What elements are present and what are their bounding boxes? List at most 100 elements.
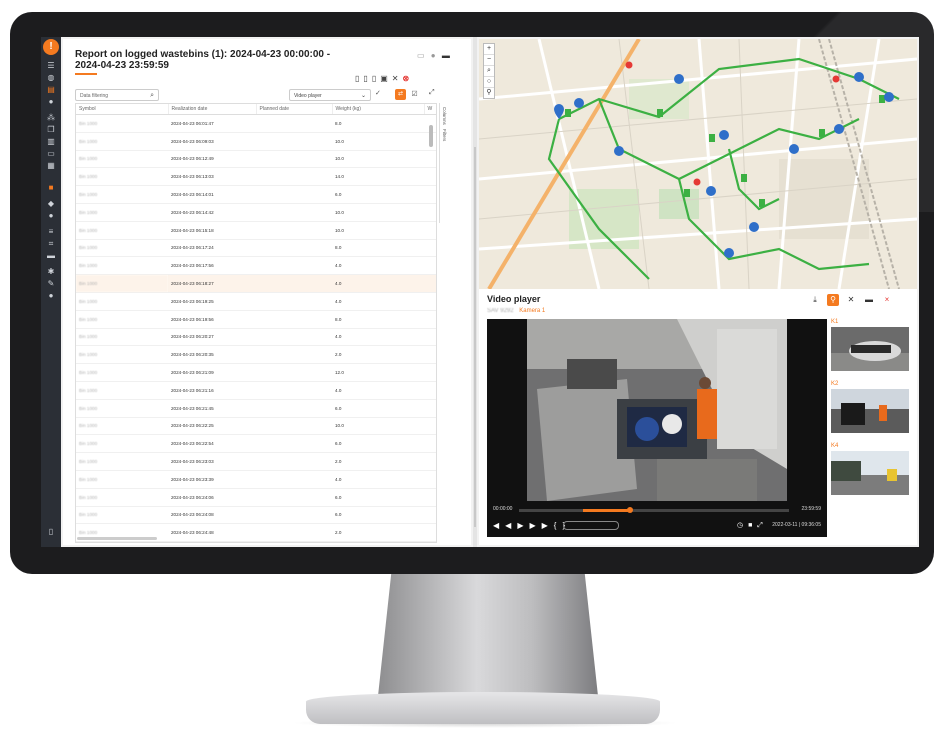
pin-icon[interactable]: ⚲ <box>484 88 494 98</box>
table-row[interactable]: Bin 1000 2024-04-23 06:09:03 10.0 <box>76 132 436 151</box>
badge-icon[interactable]: ▭ <box>417 51 425 60</box>
cell-symbol: Bin 1000 <box>76 470 168 489</box>
cell-realization-date: 2024-04-23 06:21:16 <box>168 381 256 400</box>
table-row[interactable]: Bin 1000 2024-04-23 06:17:24 8.0 <box>76 239 436 258</box>
table-row[interactable]: Bin 1000 2024-04-23 06:22:54 6.0 <box>76 434 436 454</box>
fullscreen-icon[interactable]: ✕ <box>392 74 403 83</box>
tab-filters[interactable]: Filters <box>442 129 447 141</box>
camera-thumb-k1[interactable]: K1 <box>831 319 909 371</box>
table-row[interactable]: Bin 1000 2024-04-23 06:23:03 2.0 <box>76 452 436 471</box>
table-row[interactable]: Bin 1000 2024-04-23 06:24:08 6.0 <box>76 506 436 525</box>
app-logo-icon[interactable]: ! <box>43 39 59 55</box>
help-icon[interactable]: ● <box>431 51 436 60</box>
table-row[interactable]: Bin 1000 2024-04-23 06:21:16 4.0 <box>76 381 436 400</box>
chat-icon[interactable]: ● <box>46 211 56 221</box>
document-icon[interactable]: ▯ <box>46 527 56 537</box>
camera-icon[interactable]: ■ <box>46 183 56 193</box>
location-pin-icon[interactable]: ⚲ <box>827 294 839 306</box>
trash-icon[interactable]: ▥ <box>46 137 56 147</box>
column-header-realization-date[interactable]: Realization date <box>168 104 257 115</box>
column-header-w[interactable]: W <box>424 104 436 115</box>
map-view[interactable]: + − ⌕ ○ ⚲ <box>479 39 917 289</box>
timeline-track[interactable] <box>519 507 789 513</box>
table-row[interactable]: Bin 1000 2024-04-23 06:17:56 4.0 <box>76 256 436 276</box>
table-row[interactable]: Bin 1000 2024-04-23 06:20:27 4.0 <box>76 328 436 347</box>
export-csv-icon[interactable]: ▯ <box>363 74 371 83</box>
export-xls-icon[interactable]: ▯ <box>372 74 380 83</box>
fullscreen-icon[interactable]: ✕ <box>845 294 857 306</box>
clock-icon[interactable]: ◷ <box>737 522 743 529</box>
inbox-icon[interactable]: ▭ <box>46 149 56 159</box>
speed-slider[interactable] <box>563 521 619 530</box>
zoom-out-icon[interactable]: − <box>484 55 494 66</box>
globe-icon[interactable]: ◍ <box>46 73 56 83</box>
gear-icon[interactable]: ✱ <box>46 267 56 277</box>
table-row[interactable]: Bin 1000 2024-04-23 06:14:42 10.0 <box>76 203 436 222</box>
table-row[interactable]: Bin 1000 2024-04-23 06:21:09 12.0 <box>76 363 436 382</box>
id-card-icon[interactable]: ▬ <box>46 251 56 261</box>
table-row[interactable]: Bin 1000 2024-04-23 06:15:18 10.0 <box>76 221 436 240</box>
swap-toggle-button[interactable]: ⇄ <box>395 89 406 100</box>
calendar-icon[interactable]: ▦ <box>46 161 56 171</box>
column-header-symbol[interactable]: Symbol <box>76 104 169 115</box>
table-row[interactable]: Bin 1000 2024-04-23 06:22:25 10.0 <box>76 417 436 436</box>
user-icon[interactable]: ● <box>46 291 56 301</box>
timeline-handle[interactable] <box>626 507 633 513</box>
report-icon[interactable]: ▤ <box>46 85 56 95</box>
table-row[interactable]: Bin 1000 2024-04-23 06:19:25 4.0 <box>76 292 436 311</box>
draw-circle-icon[interactable]: ○ <box>484 77 494 88</box>
table-row[interactable]: Bin 1000 2024-04-23 06:18:27 4.0 <box>76 274 436 293</box>
rewind-icon[interactable]: ◀◀ <box>493 521 517 530</box>
tab-columns[interactable]: Columns <box>442 107 447 125</box>
close-report-icon[interactable]: ⊗ <box>402 74 413 83</box>
table-row[interactable]: Bin 1000 2024-04-23 06:14:01 6.0 <box>76 185 436 204</box>
window-icon[interactable]: ▬ <box>863 294 875 306</box>
table-row[interactable]: Bin 1000 2024-04-23 06:24:06 6.0 <box>76 488 436 507</box>
group-icon[interactable]: ⁂ <box>46 113 56 123</box>
fast-forward-icon[interactable]: ▶▶ <box>529 521 553 530</box>
column-header-planned-date[interactable]: Planned date <box>256 104 333 115</box>
cell-planned-date <box>256 114 332 133</box>
table-row[interactable]: Bin 1000 2024-04-23 06:23:39 4.0 <box>76 470 436 489</box>
table-row[interactable]: Bin 10002024-04-23 06:24:49 6.0 <box>76 541 436 542</box>
snapshot-icon[interactable]: ■ <box>748 522 752 529</box>
download-icon[interactable]: ⤓ <box>809 294 821 306</box>
checkbox-toggle-icon[interactable]: ☑ <box>409 89 420 100</box>
camera-thumb-k4[interactable]: K4 <box>831 443 909 495</box>
wrench-icon[interactable]: ✎ <box>46 279 56 289</box>
panel-splitter[interactable] <box>473 37 477 547</box>
play-icon[interactable]: ▶ <box>517 521 529 530</box>
print-icon[interactable]: ▣ <box>380 74 392 83</box>
scan-icon[interactable]: ⌗ <box>46 239 56 249</box>
table-row[interactable]: Bin 1000 2024-04-23 06:20:35 2.0 <box>76 345 436 365</box>
table-row[interactable]: Bin 1000 2024-04-23 06:21:45 6.0 <box>76 399 436 418</box>
table-vertical-scrollbar[interactable] <box>429 125 433 147</box>
table-header: Symbol Realization date Planned date Wei… <box>76 104 436 115</box>
expand-icon[interactable]: ⤢ <box>429 89 435 97</box>
table-row[interactable]: Bin 1000 2024-04-23 06:19:56 8.0 <box>76 310 436 329</box>
camera-thumb-k2[interactable]: K2 <box>831 381 909 433</box>
zoom-in-icon[interactable]: + <box>484 44 494 55</box>
apply-check-icon[interactable]: ✓ <box>375 89 381 97</box>
info-icon[interactable]: ● <box>46 97 56 107</box>
tag-icon[interactable]: ◆ <box>46 199 56 209</box>
cell-extra <box>424 256 436 276</box>
splitter-scrollbar[interactable] <box>474 147 476 527</box>
table-row[interactable]: Bin 1000 2024-04-23 06:13:03 14.0 <box>76 167 436 187</box>
copy-icon[interactable]: ❐ <box>46 125 56 135</box>
table-horizontal-scrollbar[interactable] <box>77 537 157 540</box>
table-row[interactable]: Bin 1000 2024-04-23 06:12:49 10.0 <box>76 150 436 169</box>
expand-video-icon[interactable]: ⤢ <box>757 522 763 529</box>
maximize-icon[interactable]: ▬ <box>442 51 450 60</box>
list-icon[interactable]: ☰ <box>46 61 56 71</box>
video-frame[interactable] <box>487 319 827 501</box>
cell-extra <box>424 310 436 329</box>
column-header-weight[interactable]: Weight (kg) <box>332 104 425 115</box>
cell-weight: 2.0 <box>332 523 424 542</box>
sliders-icon[interactable]: ≡ <box>46 227 56 237</box>
data-filter-input[interactable]: Data filtering ⌕ <box>75 89 159 101</box>
view-select[interactable]: Video player ⌄ <box>289 89 371 101</box>
close-icon[interactable]: × <box>881 294 893 306</box>
map-search-icon[interactable]: ⌕ <box>484 66 494 77</box>
table-row[interactable]: Bin 1000 2024-04-23 06:01:47 8.0 <box>76 114 436 133</box>
